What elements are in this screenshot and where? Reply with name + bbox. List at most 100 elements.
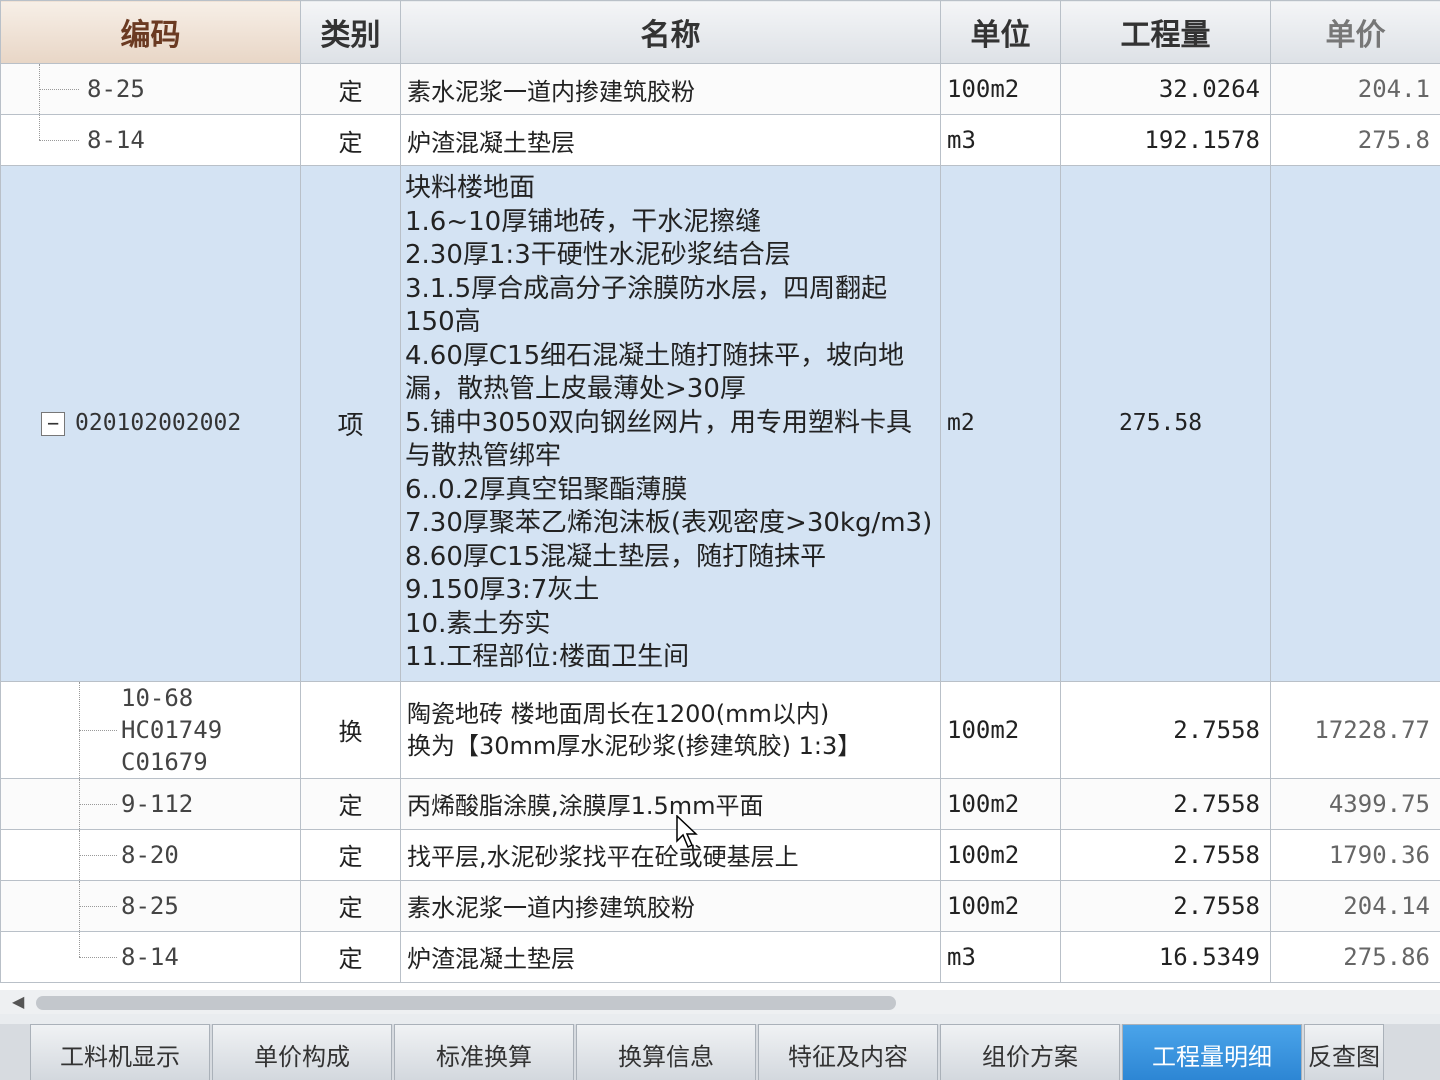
row-price[interactable]: 4399.75 [1270,777,1440,830]
row-code-cell[interactable]: 8-14 [0,930,301,983]
table-row[interactable]: 8-14 定 炉渣混凝土垫层 m3 192.1578 275.8 [0,114,1440,166]
row-price[interactable]: 275.8 [1270,114,1440,166]
item-unit[interactable]: m2 [940,165,1061,682]
tab-unit-price-composition[interactable]: 单价构成 [212,1024,392,1080]
row-type[interactable]: 定 [300,114,401,166]
row-code: 8-14 [87,126,145,154]
scroll-left-icon[interactable]: ◀ [12,992,24,1011]
tree-branch [79,729,117,731]
table-row[interactable]: 8-20 定 找平层,水泥砂浆找平在砼或硬基层上 100m2 2.7558 17… [0,828,1440,881]
desc-line: 块料楼地面 [405,173,536,203]
row-code: 8-14 [121,942,179,971]
row-name[interactable]: 丙烯酸脂涂膜,涂膜厚1.5mm平面 [400,777,941,830]
row-qty[interactable]: 16.5349 [1060,930,1271,983]
table-row[interactable]: 8-25 定 素水泥浆一道内掺建筑胶粉 100m2 32.0264 204.1 [0,63,1440,115]
column-header-unit[interactable]: 单位 [940,0,1061,64]
row-name[interactable]: 陶瓷地砖 楼地面周长在1200(mm以内) 换为【30mm厚水泥砂浆(掺建筑胶)… [400,680,941,779]
desc-line: 5.铺中3050双向钢丝网片，用专用塑料卡具与散热管绑牢 [405,407,912,472]
table-row[interactable]: 10-68 HC01749 C01679 换 陶瓷地砖 楼地面周长在1200(m… [0,680,1440,779]
item-description-cell[interactable]: 块料楼地面 1.6~10厚铺地砖，干水泥擦缝 2.30厚1:3干硬性水泥砂浆结合… [400,165,941,682]
row-qty[interactable]: 2.7558 [1060,777,1271,830]
tab-conversion-info[interactable]: 换算信息 [576,1024,756,1080]
row-qty[interactable]: 2.7558 [1060,879,1271,932]
table-row[interactable]: 8-14 定 炉渣混凝土垫层 m3 16.5349 275.86 [0,930,1440,983]
row-type[interactable]: 换 [300,680,401,779]
tree-branch [39,89,79,90]
grid-header-row: 编码 类别 名称 单位 工程量 单价 [0,0,1440,64]
row-code-cont: C01679 [121,747,208,776]
row-unit[interactable]: m3 [940,114,1061,166]
row-price[interactable]: 204.14 [1270,879,1440,932]
row-type[interactable]: 定 [300,930,401,983]
tab-pricing-plan[interactable]: 组价方案 [940,1024,1120,1080]
row-name-line: 换为【30mm厚水泥砂浆(掺建筑胶) 1:3】 [407,731,862,760]
item-type[interactable]: 项 [300,165,401,682]
row-type[interactable]: 定 [300,879,401,932]
row-code: 8-25 [87,75,145,103]
bottom-tab-bar: 工料机显示 单价构成 标准换算 换算信息 特征及内容 组价方案 工程量明细 反查… [0,1024,1440,1080]
desc-line: 3.1.5厚合成高分子涂膜防水层，四周翻起150高 [405,273,888,338]
desc-line: 4.60厚C15细石混凝土随打随抹平，坡向地漏，散热管上皮最薄处>30厚 [405,340,905,405]
item-price[interactable] [1270,165,1440,682]
item-code: 020102002002 [75,410,242,437]
row-name[interactable]: 炉渣混凝土垫层 [400,114,941,166]
row-unit[interactable]: 100m2 [940,828,1061,881]
tab-features-content[interactable]: 特征及内容 [758,1024,938,1080]
row-code: 8-20 [121,840,179,869]
table-row[interactable]: 8-25 定 素水泥浆一道内掺建筑胶粉 100m2 2.7558 204.14 [0,879,1440,932]
row-qty[interactable]: 2.7558 [1060,680,1271,779]
table-row[interactable]: 9-112 定 丙烯酸脂涂膜,涂膜厚1.5mm平面 100m2 2.7558 4… [0,777,1440,830]
row-name-line: 陶瓷地砖 楼地面周长在1200(mm以内) [407,699,830,728]
row-type[interactable]: 定 [300,63,401,115]
row-qty[interactable]: 192.1578 [1060,114,1271,166]
collapse-toggle[interactable]: − [41,411,65,436]
row-unit[interactable]: 100m2 [940,680,1061,779]
row-name[interactable]: 素水泥浆一道内掺建筑胶粉 [400,63,941,115]
item-code-cell[interactable]: −020102002002 [0,165,301,682]
horizontal-scrollbar[interactable]: ◀ [0,990,1440,1014]
row-unit[interactable]: 100m2 [940,777,1061,830]
tab-standard-conversion[interactable]: 标准换算 [394,1024,574,1080]
row-price[interactable]: 204.1 [1270,63,1440,115]
column-header-qty[interactable]: 工程量 [1060,0,1271,64]
row-code-cell[interactable]: 8-14 [0,114,301,166]
scrollbar-thumb[interactable] [36,996,896,1010]
desc-line: 1.6~10厚铺地砖，干水泥擦缝 [405,206,762,237]
row-type[interactable]: 定 [300,777,401,830]
column-header-code[interactable]: 编码 [0,0,301,64]
tab-quantity-details[interactable]: 工程量明细 [1122,1024,1302,1080]
row-unit[interactable]: m3 [940,930,1061,983]
selected-item-row[interactable]: −020102002002 项 块料楼地面 1.6~10厚铺地砖，干水泥擦缝 2… [0,165,1440,682]
tree-branch [39,140,79,141]
column-header-type[interactable]: 类别 [300,0,401,64]
row-type[interactable]: 定 [300,828,401,881]
tab-reverse-lookup[interactable]: 反查图 [1304,1024,1384,1080]
row-name[interactable]: 找平层,水泥砂浆找平在砼或硬基层上 [400,828,941,881]
row-price[interactable]: 17228.77 [1270,680,1440,779]
column-header-price[interactable]: 单价 [1270,0,1440,64]
desc-line: 10.素土夯实 [405,608,551,639]
row-code-cell[interactable]: 8-25 [0,63,301,115]
column-header-name[interactable]: 名称 [400,0,941,64]
desc-line: 11.工程部位:楼面卫生间 [405,642,690,672]
row-price[interactable]: 1790.36 [1270,828,1440,881]
row-code-cell[interactable]: 10-68 HC01749 C01679 [0,680,301,779]
row-code-cell[interactable]: 8-25 [0,879,301,932]
tree-branch [79,956,117,958]
row-unit[interactable]: 100m2 [940,63,1061,115]
tab-labor-material-machine[interactable]: 工料机显示 [30,1024,210,1080]
row-unit[interactable]: 100m2 [940,879,1061,932]
tree-branch [79,803,117,805]
desc-line: 6..0.2厚真空铝聚酯薄膜 [405,474,688,505]
tree-line [79,932,80,957]
row-name[interactable]: 炉渣混凝土垫层 [400,930,941,983]
item-qty[interactable]: 275.58 [1060,165,1271,682]
desc-line: 9.150厚3:7灰土 [405,575,600,605]
desc-line: 2.30厚1:3干硬性水泥砂浆结合层 [405,240,791,270]
row-name[interactable]: 素水泥浆一道内掺建筑胶粉 [400,879,941,932]
row-qty[interactable]: 2.7558 [1060,828,1271,881]
row-qty[interactable]: 32.0264 [1060,63,1271,115]
row-code-cell[interactable]: 8-20 [0,828,301,881]
row-price[interactable]: 275.86 [1270,930,1440,983]
row-code-cell[interactable]: 9-112 [0,777,301,830]
